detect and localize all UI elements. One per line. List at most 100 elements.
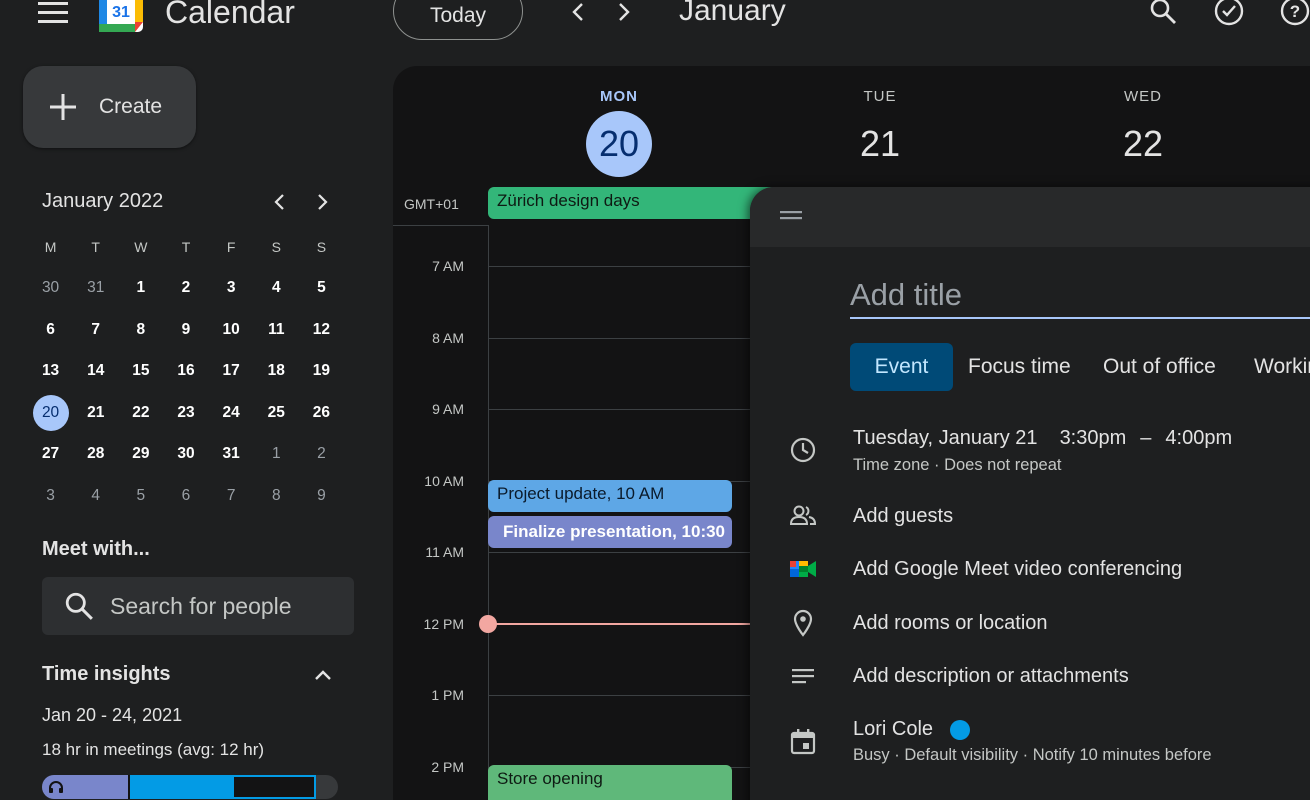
- mini-calendar-day[interactable]: 24: [209, 395, 254, 431]
- mini-calendar-next-button[interactable]: [308, 187, 338, 217]
- today-button[interactable]: Today: [393, 0, 523, 40]
- add-meet-conferencing[interactable]: Add Google Meet video conferencing: [853, 558, 1182, 581]
- calendar-owner-name[interactable]: Lori Cole: [853, 718, 933, 741]
- mini-calendar-day[interactable]: 7: [209, 478, 254, 514]
- mini-calendar-day[interactable]: 19: [299, 353, 344, 389]
- mini-calendar-day[interactable]: 12: [299, 312, 344, 348]
- timezone-repeat-info[interactable]: Time zone · Does not repeat: [853, 456, 1062, 475]
- mini-calendar-day[interactable]: 3: [28, 478, 73, 514]
- event-title-input[interactable]: [850, 273, 1310, 319]
- mini-calendar-day[interactable]: 16: [163, 353, 208, 389]
- mini-calendar-day[interactable]: 31: [209, 436, 254, 472]
- tasks-button[interactable]: [1206, 0, 1252, 34]
- location-pin-icon: [793, 609, 813, 637]
- mini-calendar-day-number: 2: [317, 445, 326, 463]
- mini-calendar-day[interactable]: 22: [118, 395, 163, 431]
- people-search-input[interactable]: Search for people: [42, 577, 354, 635]
- mini-calendar-day-number: 4: [91, 486, 101, 504]
- mini-calendar-day[interactable]: 1: [118, 270, 163, 306]
- tab-event[interactable]: Event: [850, 343, 953, 391]
- mini-calendar-day-today[interactable]: 20: [28, 394, 73, 431]
- event-date[interactable]: Tuesday, January 21: [853, 427, 1038, 450]
- mini-calendar-day[interactable]: 21: [73, 395, 118, 431]
- previous-period-button[interactable]: [560, 0, 596, 36]
- mini-calendar-day[interactable]: 10: [209, 312, 254, 348]
- mini-calendar-day[interactable]: 28: [73, 436, 118, 472]
- mini-calendar-day[interactable]: 1: [254, 436, 299, 472]
- mini-calendar-day[interactable]: 29: [118, 436, 163, 472]
- day-of-month[interactable]: 21: [847, 111, 913, 177]
- mini-calendar-day-number: 2: [181, 279, 191, 297]
- mini-calendar-day[interactable]: 25: [254, 395, 299, 431]
- mini-calendar-day[interactable]: 14: [73, 353, 118, 389]
- day-header-wed[interactable]: WED 22: [1083, 66, 1203, 177]
- add-description-field[interactable]: Add description or attachments: [853, 665, 1129, 688]
- mini-calendar-day[interactable]: 6: [163, 478, 208, 514]
- mini-calendar-day[interactable]: 30: [28, 270, 73, 306]
- day-of-month[interactable]: 22: [1110, 111, 1176, 177]
- next-period-button[interactable]: [606, 0, 642, 36]
- add-location-field[interactable]: Add rooms or location: [853, 612, 1048, 635]
- event-finalize-presentation[interactable]: Finalize presentation, 10:30: [488, 516, 732, 548]
- tab-working-location[interactable]: Working location: [1254, 343, 1310, 391]
- day-header-tue[interactable]: TUE 21: [820, 66, 940, 177]
- mini-calendar-day[interactable]: 9: [163, 312, 208, 348]
- add-guests-field[interactable]: Add guests: [853, 505, 953, 528]
- svg-text:31: 31: [112, 4, 130, 21]
- create-button[interactable]: Create: [23, 66, 196, 148]
- event-end-time[interactable]: 4:00pm: [1165, 427, 1232, 450]
- guests-icon: [789, 505, 817, 525]
- mini-calendar-day-number: 18: [267, 362, 285, 380]
- mini-calendar-grid: M T W T F S S 30 31 1 2 3 4 5 6 7 8 9 10 11 12 13 14 15 16 17 18 19…: [28, 226, 344, 517]
- mini-calendar-day[interactable]: 8: [118, 312, 163, 348]
- help-button[interactable]: ?: [1272, 0, 1310, 34]
- mini-calendar-day[interactable]: 11: [254, 312, 299, 348]
- tab-out-of-office[interactable]: Out of office: [1103, 343, 1216, 391]
- mini-calendar-week-row: 27 28 29 30 31 1 2: [28, 434, 344, 476]
- drag-handle-icon[interactable]: [780, 209, 802, 221]
- hour-label: 11 AM: [425, 544, 464, 560]
- mini-calendar-day[interactable]: 2: [299, 436, 344, 472]
- mini-calendar-day[interactable]: 26: [299, 395, 344, 431]
- mini-calendar-day[interactable]: 13: [28, 353, 73, 389]
- mini-calendar-day-number: 27: [41, 445, 60, 463]
- svg-text:?: ?: [1290, 2, 1300, 21]
- mini-calendar-day[interactable]: 6: [28, 312, 73, 348]
- mini-calendar-day[interactable]: 4: [254, 270, 299, 306]
- mini-calendar-day[interactable]: 27: [28, 436, 73, 472]
- mini-calendar-day[interactable]: 31: [73, 270, 118, 306]
- calendar-owner-settings[interactable]: Busy · Default visibility · Notify 10 mi…: [853, 746, 1212, 765]
- mini-calendar-day[interactable]: 4: [73, 478, 118, 514]
- mini-calendar-day[interactable]: 2: [163, 270, 208, 306]
- mini-calendar-day[interactable]: 7: [73, 312, 118, 348]
- mini-calendar-day-number: 30: [177, 445, 195, 463]
- mini-calendar-day[interactable]: 17: [209, 353, 254, 389]
- event-zurich-design-days[interactable]: Zürich design days: [488, 187, 788, 219]
- mini-calendar-day[interactable]: 8: [254, 478, 299, 514]
- dialog-drag-header[interactable]: [750, 187, 1310, 247]
- mini-calendar-day[interactable]: 3: [209, 270, 254, 306]
- day-header-mon[interactable]: MON 20: [559, 66, 679, 177]
- event-datetime[interactable]: Tuesday, January 21 3:30pm – 4:00pm: [853, 427, 1232, 450]
- mini-calendar-day[interactable]: 5: [299, 270, 344, 306]
- mini-calendar-day[interactable]: 9: [299, 478, 344, 514]
- mini-calendar-day[interactable]: 18: [254, 353, 299, 389]
- mini-calendar-day-number: 22: [132, 403, 150, 421]
- tab-focus-time[interactable]: Focus time: [968, 343, 1071, 391]
- event-start-time[interactable]: 3:30pm: [1060, 427, 1127, 450]
- mini-calendar-day[interactable]: 15: [118, 353, 163, 389]
- timezone-label: GMT+01: [404, 196, 459, 212]
- main-menu-button[interactable]: [26, 0, 80, 38]
- day-of-month[interactable]: 20: [586, 111, 652, 177]
- time-insights-collapse-button[interactable]: [308, 660, 338, 690]
- mini-calendar-day[interactable]: 5: [118, 478, 163, 514]
- search-button[interactable]: [1140, 0, 1186, 34]
- mini-calendar-day-number: 15: [132, 362, 150, 380]
- event-project-update[interactable]: Project update, 10 AM: [488, 480, 732, 512]
- event-store-opening[interactable]: Store opening: [488, 765, 732, 800]
- mini-calendar-day-number: 6: [181, 486, 191, 504]
- mini-calendar-day[interactable]: 23: [163, 395, 208, 431]
- mini-calendar-day-number: 25: [267, 403, 285, 421]
- mini-calendar-day[interactable]: 30: [163, 436, 208, 472]
- mini-calendar-prev-button[interactable]: [264, 187, 294, 217]
